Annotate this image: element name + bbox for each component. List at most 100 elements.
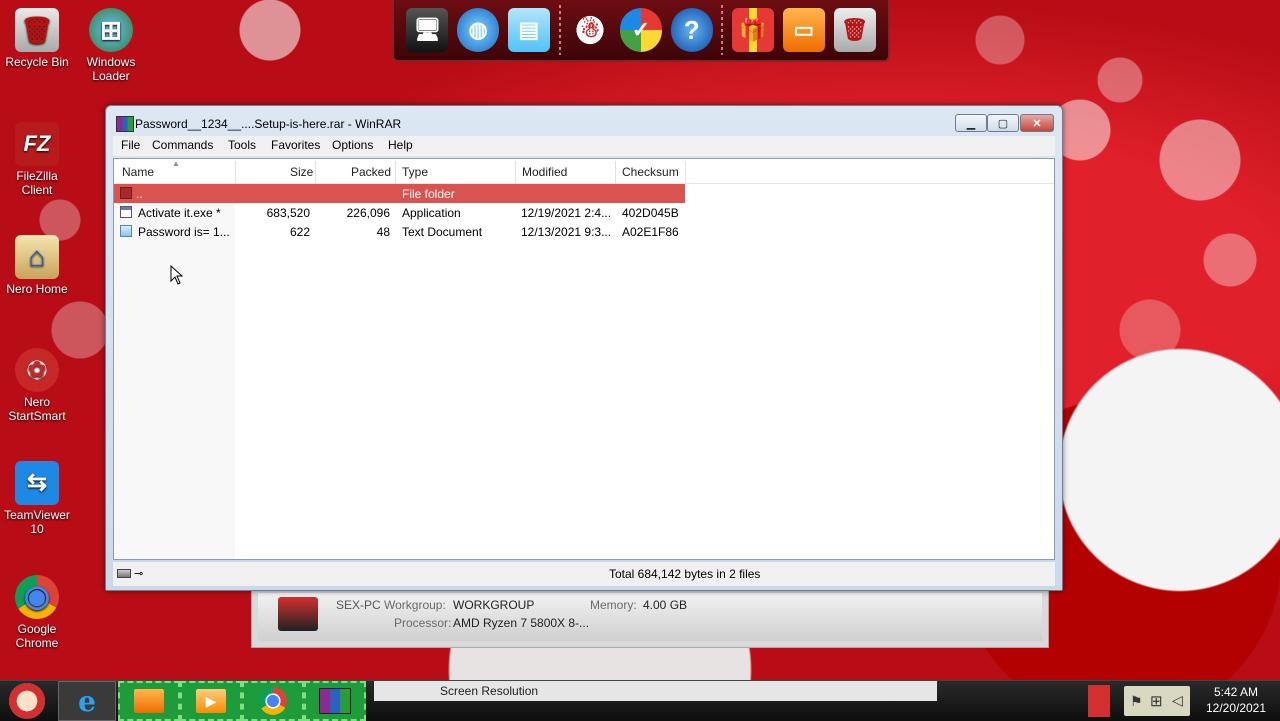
column-header-type[interactable]: Type xyxy=(402,165,428,179)
taskbar-screen-resolution[interactable]: Screen Resolution xyxy=(374,681,937,701)
column-divider[interactable] xyxy=(615,161,616,183)
table-row[interactable]: Password is= 1... 622 48 Text Document 1… xyxy=(114,222,1054,241)
file-list[interactable]: ▲ Name Size Packed Type Modified Checksu… xyxy=(113,158,1055,560)
menu-help[interactable]: Help xyxy=(388,138,413,152)
cell-type: Application xyxy=(402,206,461,220)
windows-loader-icon: ⊞ xyxy=(89,8,133,52)
recycle-bin-icon[interactable]: 🗑 xyxy=(833,8,876,52)
cell-size: 622 xyxy=(289,225,310,239)
top-dock: 🖥 ◍ ▤ ☃ ✓ ? 🎁 ▭ 🗑 xyxy=(392,0,890,62)
winrar-icon xyxy=(116,116,134,132)
cell-name: Activate it.exe * xyxy=(138,206,221,220)
taskbar-chrome[interactable] xyxy=(242,681,304,721)
table-row[interactable]: .. File folder xyxy=(114,184,685,203)
network-icon[interactable]: ⊞ xyxy=(1150,692,1163,710)
desktop-icon-nero-startsmart[interactable]: ✿ Nero StartSmart xyxy=(0,348,74,423)
cell-checksum: A02E1F86 xyxy=(622,225,679,239)
desktop-icon-label: Windows Loader xyxy=(86,55,136,83)
column-header-name[interactable]: Name xyxy=(122,165,154,179)
close-button[interactable]: ✕ xyxy=(1020,114,1054,132)
list-header: ▲ Name Size Packed Type Modified Checksu… xyxy=(114,159,1054,184)
nero-home-icon: ⌂ xyxy=(15,235,59,279)
taskbar-media-player[interactable]: ▶ xyxy=(180,681,242,721)
winrar-icon xyxy=(319,688,351,714)
parent-folder-icon xyxy=(120,187,132,199)
flag-icon[interactable]: ⚑ xyxy=(1130,693,1143,710)
memory-value: 4.00 GB xyxy=(643,598,688,612)
cell-size: 683,520 xyxy=(266,206,310,220)
gift-icon[interactable]: 🎁 xyxy=(732,8,775,52)
taskbar-winrar[interactable] xyxy=(304,681,366,721)
start-button[interactable] xyxy=(0,681,54,721)
media-player-icon: ▶ xyxy=(196,689,226,713)
filezilla-icon: FZ xyxy=(15,122,59,166)
menu-tools[interactable]: Tools xyxy=(228,138,256,152)
system-info-panel: SEX-PC Workgroup: WORKGROUP Memory: 4.00… xyxy=(251,590,1049,648)
text-file-icon xyxy=(120,225,132,237)
winrar-window[interactable]: Password__1234__....Setup-is-here.rar - … xyxy=(105,105,1063,591)
folder-icon[interactable]: ▭ xyxy=(782,8,825,52)
title-bar[interactable]: Password__1234__....Setup-is-here.rar - … xyxy=(106,106,1062,136)
maximize-button[interactable]: ▢ xyxy=(987,114,1019,132)
workgroup-label: Workgroup: xyxy=(384,598,446,612)
system-tray[interactable]: ⚑ ⊞ ◁ xyxy=(1124,686,1190,716)
cell-modified: 12/19/2021 2:4... xyxy=(521,206,612,220)
clock-time: 5:42 AM xyxy=(1213,685,1259,699)
desktop-icon-label: Nero Home xyxy=(6,282,68,296)
column-header-size[interactable]: Size xyxy=(290,165,313,179)
dock-separator xyxy=(558,5,561,55)
column-header-modified[interactable]: Modified xyxy=(522,165,567,179)
desktop-icon-filezilla[interactable]: FZ FileZilla Client xyxy=(0,122,74,197)
menu-options[interactable]: Options xyxy=(332,138,373,152)
taskbar-clock[interactable]: 5:42 AM 12/20/2021 xyxy=(1196,684,1276,716)
sort-arrow-icon: ▲ xyxy=(172,159,180,168)
desktop-icon-chrome[interactable]: ◉ Google Chrome xyxy=(0,575,74,650)
desktop-icon-teamviewer[interactable]: ⇆ TeamViewer 10 xyxy=(0,461,74,536)
chrome-icon: ◉ xyxy=(15,575,59,619)
desktop-icon-nero-home[interactable]: ⌂ Nero Home xyxy=(0,235,74,296)
taskbar: e ▶ Screen Resolution ⚑ ⊞ ◁ 5:42 AM 12/2… xyxy=(0,680,1280,721)
column-header-packed[interactable]: Packed xyxy=(351,165,391,179)
desktop-icon-recycle-bin[interactable]: 🗑 Recycle Bin xyxy=(0,8,74,69)
desktop-icon-label: Nero StartSmart xyxy=(8,395,66,423)
computer-icon[interactable]: 🖥 xyxy=(406,8,449,52)
minimize-button[interactable]: ▁ xyxy=(955,114,987,132)
recycle-bin-icon: 🗑 xyxy=(15,8,59,52)
clock-date: 12/20/2021 xyxy=(1205,701,1267,715)
help-icon[interactable]: ? xyxy=(670,8,713,52)
cell-modified: 12/13/2021 9:3... xyxy=(521,225,612,239)
computer-name: SEX-PC xyxy=(336,598,381,612)
control-panel-icon[interactable]: ▤ xyxy=(507,8,550,52)
column-divider[interactable] xyxy=(515,161,516,183)
column-header-checksum[interactable]: Checksum xyxy=(622,165,679,179)
workgroup-value: WORKGROUP xyxy=(453,598,535,612)
status-text: Total 684,142 bytes in 2 files xyxy=(609,567,761,581)
menu-commands[interactable]: Commands xyxy=(152,138,213,152)
taskbar-file-explorer[interactable] xyxy=(118,681,180,721)
column-divider[interactable] xyxy=(395,161,396,183)
desktop-icon-label: FileZilla Client xyxy=(16,169,58,197)
maximize-icon: ▢ xyxy=(997,117,1009,130)
cell-name: .. xyxy=(136,187,143,201)
status-bar: ⊸ Total 684,142 bytes in 2 files xyxy=(113,562,1055,586)
window-title: Password__1234__....Setup-is-here.rar - … xyxy=(135,117,402,131)
menu-file[interactable]: File xyxy=(121,138,140,152)
snowman-icon[interactable]: ☃ xyxy=(569,8,612,52)
network-icon[interactable]: ◍ xyxy=(457,8,500,52)
desktop-icon-windows-loader[interactable]: ⊞ Windows Loader xyxy=(74,8,148,83)
volume-icon[interactable]: ◁ xyxy=(1172,692,1183,709)
column-divider[interactable] xyxy=(235,161,236,183)
taskbar-internet-explorer[interactable]: e xyxy=(58,681,116,721)
cell-packed: 226,096 xyxy=(346,206,390,220)
column-divider[interactable] xyxy=(315,161,316,183)
taskbar-item-label: Screen Resolution xyxy=(440,684,539,698)
system-info-body: SEX-PC Workgroup: WORKGROUP Memory: 4.00… xyxy=(258,593,1042,641)
computer-icon xyxy=(278,597,318,631)
column-divider[interactable] xyxy=(685,161,686,183)
table-row[interactable]: Activate it.exe * 683,520 226,096 Applic… xyxy=(114,203,1054,222)
close-icon: ✕ xyxy=(1032,117,1042,130)
checkmark-icon[interactable]: ✓ xyxy=(619,8,662,52)
key-icon[interactable]: ⊸ xyxy=(134,567,143,580)
menu-favorites[interactable]: Favorites xyxy=(271,138,320,152)
desktop-icon-label: Recycle Bin xyxy=(5,55,69,69)
